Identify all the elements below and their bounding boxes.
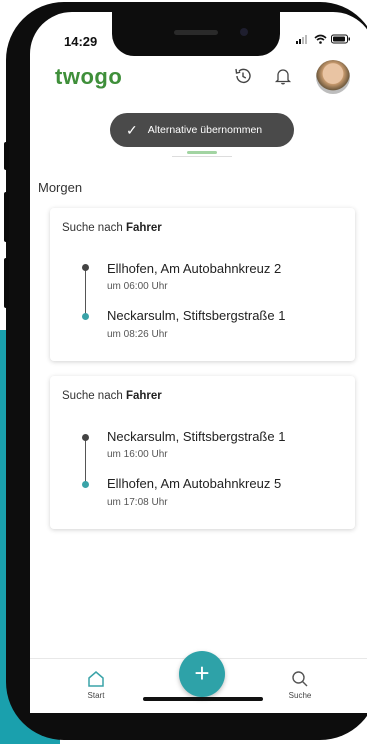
volume-down-button (4, 258, 9, 308)
origin-time: um 06:00 Uhr (107, 281, 168, 292)
bell-icon[interactable] (274, 66, 292, 86)
destination-name: Ellhofen, Am Autobahnkreuz 5 (107, 476, 282, 491)
origin-dot (82, 434, 89, 441)
destination-time: um 08:26 Uhr (107, 329, 168, 340)
trip-card[interactable]: Suche nach Fahrer Ellhofen, Am Autobahnk… (50, 208, 355, 361)
check-icon: ✓ (126, 121, 138, 138)
avatar[interactable] (316, 60, 350, 94)
timeline-line (85, 438, 86, 486)
destination-dot (82, 313, 89, 320)
battery-icon (331, 34, 350, 44)
destination-time: um 17:08 Uhr (107, 497, 168, 508)
tab-start-label: Start (87, 691, 105, 700)
toast-notification: ✓ Alternative übernommen (110, 113, 294, 147)
partial-graphic (172, 150, 232, 157)
toast-message: Alternative übernommen (147, 124, 263, 136)
add-icon: + (194, 658, 210, 688)
home-indicator (143, 697, 263, 701)
search-icon (292, 671, 308, 687)
add-button[interactable]: + (179, 651, 225, 697)
trip-search-label: Suche nach Fahrer (62, 390, 162, 402)
signal-icon (296, 34, 307, 44)
section-title: Morgen (38, 180, 83, 195)
trip-card[interactable]: Suche nach Fahrer Neckarsulm, Stiftsberg… (50, 376, 355, 529)
wifi-icon (314, 34, 327, 44)
volume-up-button (4, 192, 9, 242)
trip-search-label: Suche nach Fahrer (62, 222, 162, 234)
destination-name: Neckarsulm, Stiftsbergstraße 1 (107, 308, 286, 323)
home-icon (88, 671, 104, 687)
destination-dot (82, 481, 89, 488)
tab-search-label: Suche (288, 691, 312, 700)
origin-name: Neckarsulm, Stiftsbergstraße 1 (107, 429, 286, 444)
status-time: 14:29 (64, 34, 98, 49)
status-icons (296, 34, 351, 44)
origin-dot (82, 264, 89, 271)
tab-start[interactable]: Start (76, 669, 116, 700)
history-icon[interactable] (233, 66, 253, 86)
origin-time: um 16:00 Uhr (107, 449, 168, 460)
app-header: twogo (30, 60, 367, 100)
tab-search[interactable]: Suche (280, 669, 320, 700)
app-logo: twogo (55, 64, 123, 89)
origin-name: Ellhofen, Am Autobahnkreuz 2 (107, 261, 282, 276)
mute-switch (4, 142, 9, 170)
timeline-line (85, 268, 86, 318)
